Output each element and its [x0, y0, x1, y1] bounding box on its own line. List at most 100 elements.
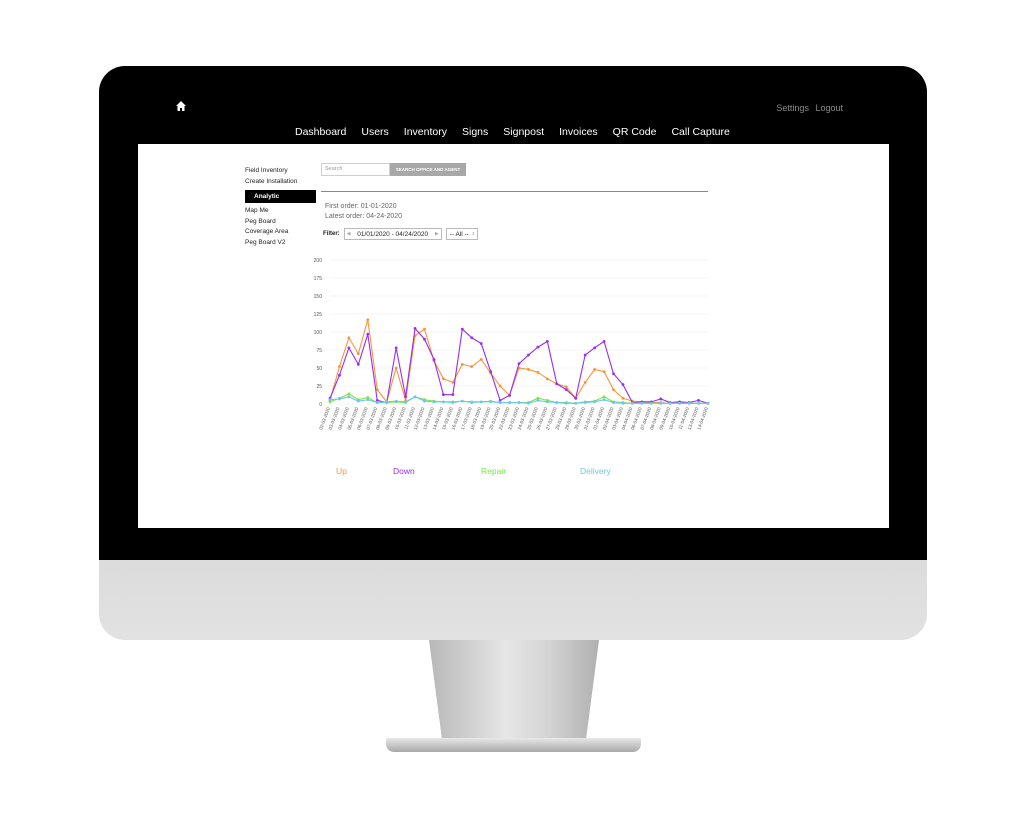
- data-point-up: [423, 327, 426, 331]
- data-point-up: [527, 368, 530, 371]
- data-point-delivery: [640, 401, 644, 405]
- data-point-delivery: [583, 401, 587, 404]
- data-point-down: [612, 372, 615, 376]
- data-point-repair: [602, 395, 606, 399]
- data-point-delivery: [375, 401, 379, 404]
- filter-select-value: -- All --: [449, 230, 469, 238]
- main-nav: Dashboard Users Inventory Signs Signpost…: [295, 126, 730, 138]
- nav-users[interactable]: Users: [361, 126, 388, 138]
- legend-repair: Repair: [481, 466, 507, 476]
- sidebar-item-coverage-area[interactable]: Coverage Area: [245, 227, 315, 238]
- nav-signs[interactable]: Signs: [462, 126, 488, 138]
- search-office-agent-button[interactable]: SEARCH OFFICE AND AGENT: [390, 163, 466, 176]
- search-input[interactable]: Search: [321, 163, 390, 176]
- data-point-delivery: [697, 401, 700, 405]
- sidebar-item-peg-board[interactable]: Peg Board: [245, 217, 315, 228]
- home-icon[interactable]: [175, 100, 187, 112]
- data-point-down: [432, 357, 436, 361]
- data-point-down: [583, 353, 587, 357]
- data-point-up: [593, 368, 596, 371]
- nav-invoices[interactable]: Invoices: [559, 126, 598, 138]
- data-point-delivery: [536, 399, 540, 402]
- sidebar: Field Inventory Create Installation Anal…: [245, 166, 316, 249]
- data-point-delivery: [356, 399, 360, 403]
- data-point-delivery: [508, 401, 511, 404]
- data-point-down: [555, 382, 559, 386]
- data-point-delivery: [527, 401, 530, 405]
- data-point-delivery: [668, 401, 672, 405]
- sidebar-item-peg-board-v2[interactable]: Peg Board V2: [245, 238, 315, 249]
- data-point-down: [394, 346, 398, 350]
- logout-link[interactable]: Logout: [815, 103, 843, 113]
- data-point-down: [347, 346, 351, 350]
- date-range-picker[interactable]: ◀ 01/01/2020 - 04/24/2020 ▶: [343, 228, 442, 240]
- data-point-delivery: [602, 398, 606, 402]
- data-point-delivery: [621, 401, 625, 405]
- y-tick-label: 50: [316, 366, 322, 372]
- data-point-delivery: [394, 399, 398, 403]
- filter-label: Filter:: [323, 231, 340, 237]
- app-screen: Field Inventory Create Installation Anal…: [138, 144, 889, 528]
- data-point-down: [545, 339, 549, 343]
- monitor-foot: [386, 738, 641, 752]
- data-point-up: [356, 352, 360, 355]
- data-point-delivery: [649, 401, 653, 405]
- y-tick-label: 125: [314, 312, 323, 318]
- data-point-down: [489, 370, 493, 373]
- monitor-body: Settings Logout Dashboard Users Inventor…: [99, 66, 927, 640]
- previous-arrow-icon[interactable]: ◀: [347, 231, 351, 237]
- data-point-down: [451, 393, 455, 397]
- data-point-delivery: [574, 401, 578, 405]
- data-point-delivery: [631, 401, 634, 405]
- data-point-up: [460, 363, 464, 366]
- data-point-delivery: [489, 400, 493, 404]
- data-point-delivery: [404, 400, 407, 404]
- data-point-delivery: [706, 401, 710, 405]
- data-point-delivery: [555, 401, 559, 404]
- data-point-down: [593, 346, 596, 350]
- data-point-down: [479, 342, 483, 345]
- data-point-down: [423, 337, 426, 341]
- data-point-delivery: [413, 395, 417, 399]
- nav-qr-code[interactable]: QR Code: [613, 126, 657, 138]
- data-point-delivery: [366, 398, 370, 402]
- sidebar-item-map-me[interactable]: Map Me: [245, 206, 315, 217]
- nav-signpost[interactable]: Signpost: [503, 126, 544, 138]
- data-point-down: [470, 336, 474, 340]
- data-point-delivery: [612, 401, 615, 404]
- first-order-text: First order: 01-01-2020: [325, 203, 397, 210]
- select-arrows-icon: ↕: [471, 231, 475, 237]
- settings-link[interactable]: Settings: [776, 103, 809, 113]
- data-point-repair: [347, 392, 351, 396]
- data-point-delivery: [678, 401, 682, 405]
- monitor-bezel: Settings Logout Dashboard Users Inventor…: [99, 66, 927, 560]
- sidebar-item-analytic[interactable]: Analytic: [245, 190, 316, 203]
- data-point-down: [442, 393, 445, 397]
- nav-call-capture[interactable]: Call Capture: [671, 126, 729, 138]
- nav-inventory[interactable]: Inventory: [404, 126, 447, 138]
- data-point-up: [602, 370, 606, 373]
- filter-row: Filter: ◀ 01/01/2020 - 04/24/2020 ▶ -- A…: [323, 228, 479, 240]
- legend-down: Down: [393, 466, 415, 476]
- nav-dashboard[interactable]: Dashboard: [295, 126, 346, 138]
- data-point-down: [621, 383, 625, 386]
- filter-select[interactable]: -- All -- ↕: [445, 228, 479, 240]
- data-point-delivery: [517, 401, 521, 404]
- series-line-down: [329, 327, 709, 404]
- data-point-down: [602, 339, 606, 343]
- data-point-down: [366, 332, 370, 336]
- sidebar-item-create-installation[interactable]: Create Installation: [245, 177, 315, 188]
- next-arrow-icon[interactable]: ▶: [435, 231, 439, 237]
- data-point-delivery: [338, 397, 341, 401]
- data-point-up: [451, 381, 455, 384]
- sidebar-item-field-inventory[interactable]: Field Inventory: [245, 166, 315, 177]
- data-point-delivery: [564, 401, 568, 405]
- divider: [321, 191, 708, 192]
- order-info: First order: 01-01-2020 Latest order: 04…: [325, 202, 402, 221]
- data-point-down: [536, 345, 540, 349]
- data-point-delivery: [498, 401, 502, 404]
- data-point-down: [413, 327, 417, 330]
- legend-delivery: Delivery: [580, 466, 611, 476]
- data-point-down: [460, 327, 464, 331]
- data-point-down: [659, 397, 663, 401]
